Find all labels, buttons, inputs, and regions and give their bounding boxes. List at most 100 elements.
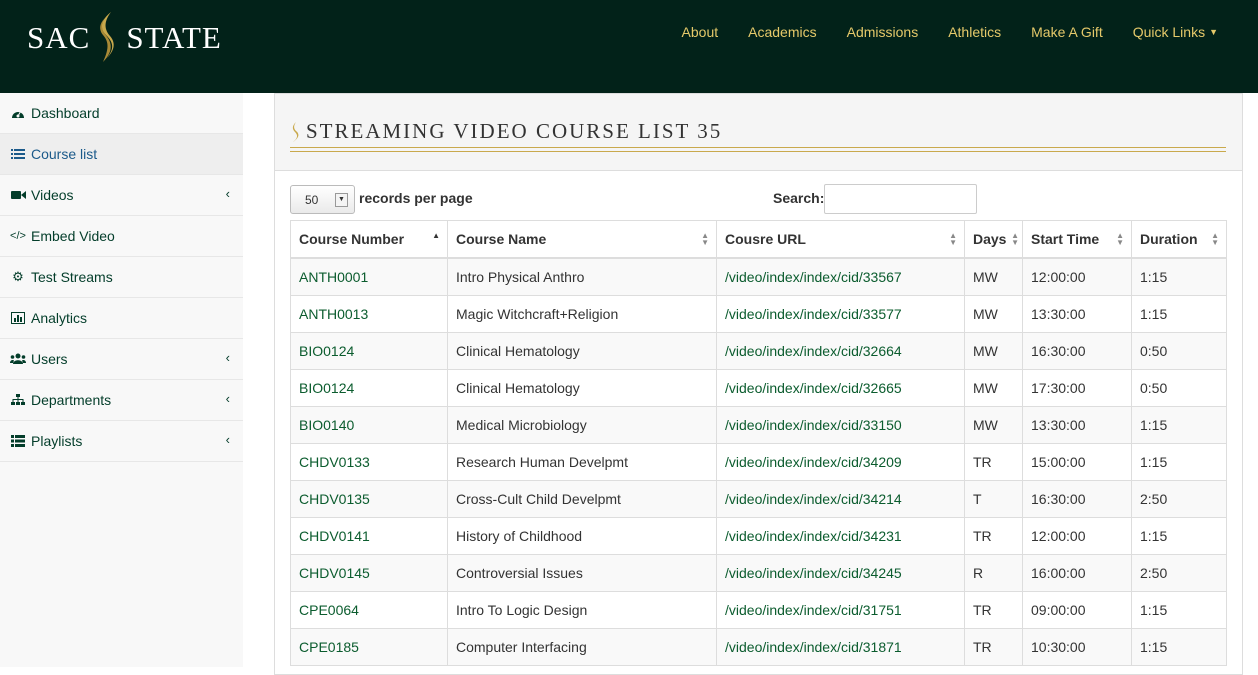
sidebar-item-label: Course list	[31, 146, 98, 162]
sidebar-item-label: Dashboard	[31, 105, 100, 121]
cell-course-number[interactable]: CHDV0141	[290, 517, 448, 555]
sidebar-item-playlists[interactable]: Playlists ‹	[0, 421, 243, 462]
cell-course-url[interactable]: /video/index/index/cid/33150	[716, 406, 965, 444]
cell-course-url[interactable]: /video/index/index/cid/34245	[716, 554, 965, 592]
chevron-left-icon[interactable]: ‹	[226, 186, 230, 201]
cell-start-time: 10:30:00	[1022, 628, 1132, 666]
col-start-time[interactable]: Start Time ▲ ▼	[1022, 220, 1132, 259]
col-days[interactable]: Days ▲ ▼	[964, 220, 1023, 259]
search-label: Search:	[773, 190, 825, 206]
cell-course-number[interactable]: BIO0124	[290, 369, 448, 407]
sidebar-item-dashboard[interactable]: Dashboard	[0, 93, 243, 134]
nav-quick-links-label: Quick Links	[1132, 24, 1206, 40]
nav-athletics[interactable]: Athletics	[948, 23, 1001, 41]
cell-course-url[interactable]: /video/index/index/cid/34209	[716, 443, 965, 481]
cell-course-name: Cross-Cult Child Develpmt	[447, 480, 717, 518]
sort-icon: ▲ ▼	[949, 231, 957, 247]
cell-duration: 0:50	[1131, 369, 1227, 407]
cell-duration: 1:15	[1131, 628, 1227, 666]
table-row: CPE0185 Computer Interfacing/video/index/…	[290, 628, 1227, 666]
cell-course-number[interactable]: BIO0124	[290, 332, 448, 370]
table-row: CHDV0133 Research Human Develpmt/video/in…	[290, 443, 1227, 481]
sidebar-item-label: Users	[31, 351, 68, 367]
sac-state-logo[interactable]: SAC STATE	[27, 8, 222, 68]
cell-course-number[interactable]: CHDV0133	[290, 443, 448, 481]
cell-course-number[interactable]: BIO0140	[290, 406, 448, 444]
page-title-text: STREAMING VIDEO COURSE LIST 35	[306, 119, 723, 143]
col-course-url[interactable]: Cousre URL ▲ ▼	[716, 220, 965, 259]
cell-course-url[interactable]: /video/index/index/cid/34214	[716, 480, 965, 518]
cell-course-name: Intro To Logic Design	[447, 591, 717, 629]
cell-course-url[interactable]: /video/index/index/cid/32664	[716, 332, 965, 370]
main-content: STREAMING VIDEO COURSE LIST 35 50 ▼ reco…	[243, 93, 1258, 675]
column-label: Cousre URL	[725, 231, 806, 247]
cell-course-url[interactable]: /video/index/index/cid/33567	[716, 257, 965, 296]
cell-duration: 1:15	[1131, 295, 1227, 333]
nav-about[interactable]: About	[682, 23, 719, 41]
table-row: BIO0124 Clinical Hematology/video/index/i…	[290, 369, 1227, 407]
cell-course-name: History of Childhood	[447, 517, 717, 555]
cell-course-number[interactable]: CHDV0135	[290, 480, 448, 518]
cell-days: TR	[964, 628, 1023, 666]
nav-academics[interactable]: Academics	[748, 23, 816, 41]
sidebar-item-users[interactable]: Users ‹	[0, 339, 243, 380]
cell-course-number[interactable]: CHDV0145	[290, 554, 448, 592]
cell-course-url[interactable]: /video/index/index/cid/31751	[716, 591, 965, 629]
sidebar-item-embed-video[interactable]: </> Embed Video	[0, 216, 243, 257]
sidebar-item-label: Embed Video	[31, 228, 115, 244]
cell-course-url[interactable]: /video/index/index/cid/34231	[716, 517, 965, 555]
cell-days: MW	[964, 332, 1023, 370]
nav-make-a-gift[interactable]: Make A Gift	[1031, 23, 1103, 41]
sidebar-item-label: Playlists	[31, 433, 83, 449]
cell-start-time: 13:30:00	[1022, 406, 1132, 444]
chevron-left-icon[interactable]: ‹	[226, 350, 230, 365]
list-icon	[10, 147, 26, 161]
table-row: ANTH0013 Magic Witchcraft+Religion/video/…	[290, 295, 1227, 333]
code-icon: </>	[10, 230, 26, 242]
nav-admissions[interactable]: Admissions	[847, 23, 919, 41]
cell-course-number[interactable]: CPE0185	[290, 628, 448, 666]
page-title: STREAMING VIDEO COURSE LIST 35	[290, 119, 722, 144]
sidebar-item-label: Test Streams	[31, 269, 113, 285]
cell-start-time: 16:30:00	[1022, 332, 1132, 370]
chevron-left-icon[interactable]: ‹	[226, 391, 230, 406]
cell-course-url[interactable]: /video/index/index/cid/31871	[716, 628, 965, 666]
panel-header: STREAMING VIDEO COURSE LIST 35	[275, 94, 1242, 171]
sidebar-item-videos[interactable]: Videos ‹	[0, 175, 243, 216]
cell-days: T	[964, 480, 1023, 518]
cell-duration: 1:15	[1131, 517, 1227, 555]
col-course-number[interactable]: Course Number ▲	[290, 220, 448, 259]
nav-quick-links[interactable]: Quick Links ▼	[1133, 23, 1218, 41]
search-input[interactable]	[824, 184, 977, 214]
cell-course-name: Medical Microbiology	[447, 406, 717, 444]
site-header: SAC STATE About Academics Admissions Ath…	[0, 0, 1258, 93]
cell-course-url[interactable]: /video/index/index/cid/32665	[716, 369, 965, 407]
cell-course-number[interactable]: CPE0064	[290, 591, 448, 629]
column-label: Start Time	[1031, 231, 1100, 247]
bar-chart-icon	[10, 311, 26, 325]
sidebar-item-test-streams[interactable]: ⚙ Test Streams	[0, 257, 243, 298]
col-duration[interactable]: Duration ▲ ▼	[1131, 220, 1227, 259]
cell-course-name: Computer Interfacing	[447, 628, 717, 666]
cell-course-url[interactable]: /video/index/index/cid/33577	[716, 295, 965, 333]
sidebar: Dashboard Course list Videos ‹ </> Embed…	[0, 93, 244, 667]
col-course-name[interactable]: Course Name ▲ ▼	[447, 220, 717, 259]
page-size-select[interactable]: 50 ▼	[290, 185, 355, 214]
select-arrow-icon: ▼	[335, 193, 348, 207]
cell-start-time: 16:00:00	[1022, 554, 1132, 592]
sidebar-item-course-list[interactable]: Course list	[0, 134, 243, 175]
cell-course-number[interactable]: ANTH0001	[290, 257, 448, 296]
cell-course-number[interactable]: ANTH0013	[290, 295, 448, 333]
cell-days: MW	[964, 295, 1023, 333]
sort-icon: ▲ ▼	[1211, 231, 1219, 247]
cell-start-time: 12:00:00	[1022, 517, 1132, 555]
column-label: Days	[973, 231, 1007, 247]
chevron-left-icon[interactable]: ‹	[226, 432, 230, 447]
sidebar-item-analytics[interactable]: Analytics	[0, 298, 243, 339]
flame-s-icon	[100, 12, 115, 62]
cogs-icon: ⚙	[12, 269, 24, 284]
column-label: Duration	[1140, 231, 1198, 247]
cell-duration: 1:15	[1131, 591, 1227, 629]
sidebar-item-departments[interactable]: Departments ‹	[0, 380, 243, 421]
cell-start-time: 13:30:00	[1022, 295, 1132, 333]
